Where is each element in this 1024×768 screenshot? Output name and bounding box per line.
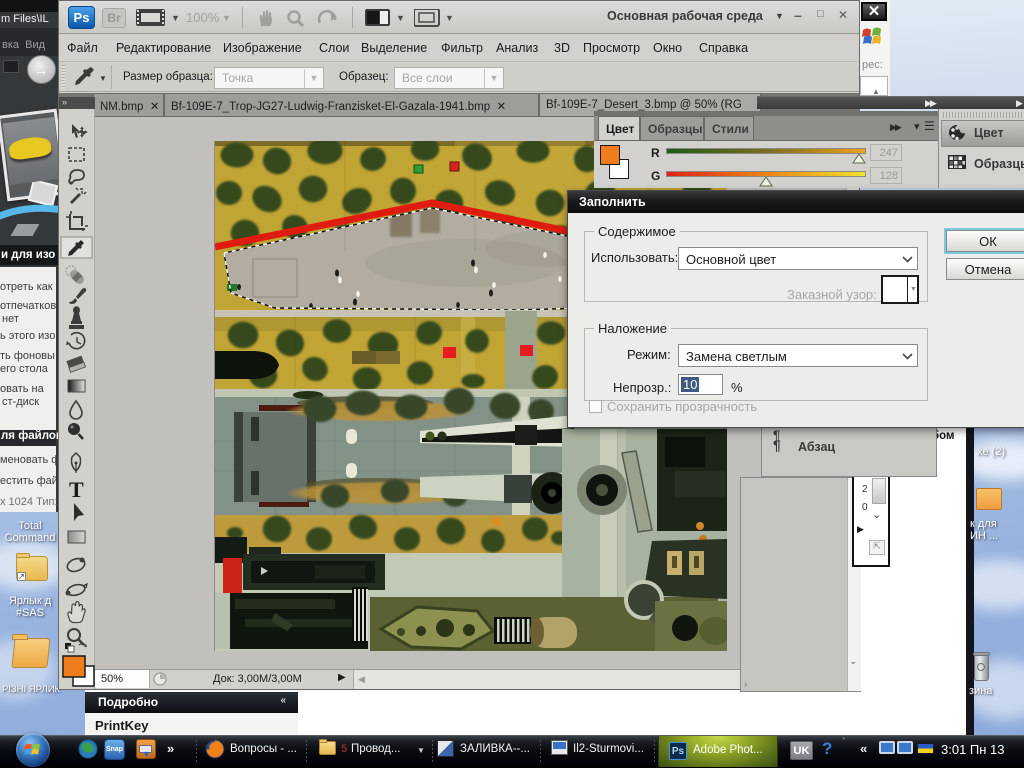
- svg-text:T: T: [69, 477, 84, 502]
